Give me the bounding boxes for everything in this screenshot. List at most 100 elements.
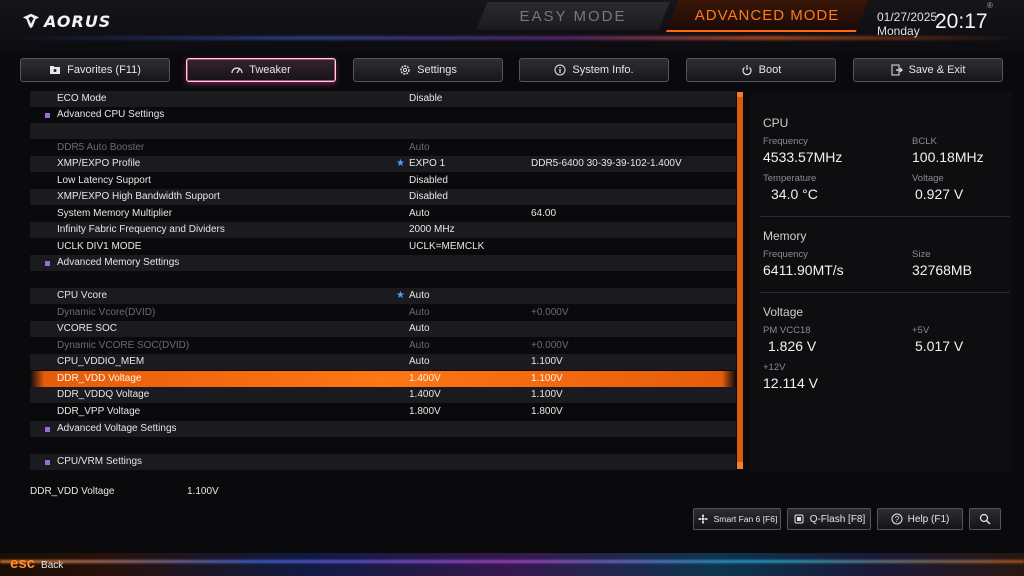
setting-value: Auto <box>409 290 430 301</box>
pm-vcc18-value: 1.826 V <box>768 338 817 354</box>
setting-label: Low Latency Support <box>57 175 151 186</box>
tab-favorites[interactable]: Favorites (F11) <box>20 58 170 82</box>
setting-row-xmp-expo-profile[interactable]: XMP/EXPO Profile ★ EXPO 1 DDR5-6400 30-3… <box>30 156 736 172</box>
setting-current-value: +0.000V <box>531 307 569 318</box>
help-button[interactable]: ? Help (F1) <box>877 508 963 530</box>
cpu-temperature-label: Temperature <box>763 173 817 184</box>
spacer-row <box>30 272 736 288</box>
setting-row-dynamic-vcore-soc: Dynamic VCORE SOC(DVID) Auto +0.000V <box>30 338 736 354</box>
tab-system-info[interactable]: System Info. <box>519 58 669 82</box>
setting-value: Auto <box>409 142 430 153</box>
gear-icon <box>400 65 410 75</box>
setting-label: DDR_VDDQ Voltage <box>57 389 150 400</box>
setting-label: DDR_VPP Voltage <box>57 406 141 417</box>
setting-current-value: DDR5-6400 30-39-39-102-1.400V <box>531 158 682 169</box>
plus12v-label: +12V <box>763 362 786 373</box>
speedometer-icon <box>231 67 243 74</box>
qflash-label: Q-Flash [F8] <box>809 513 866 525</box>
setting-row-vcore-soc[interactable]: VCORE SOC Auto <box>30 321 736 337</box>
setting-label: UCLK DIV1 MODE <box>57 241 142 252</box>
panel-divider <box>760 292 1010 293</box>
submenu-advanced-memory-settings[interactable]: Advanced Memory Settings <box>30 255 736 271</box>
submenu-advanced-cpu-settings[interactable]: Advanced CPU Settings <box>30 107 736 123</box>
setting-label: CPU Vcore <box>57 290 108 301</box>
cpu-temperature-value: 34.0 °C <box>771 186 818 202</box>
setting-row-memory-multiplier[interactable]: System Memory Multiplier Auto 64.00 <box>30 206 736 222</box>
setting-row-low-latency[interactable]: Low Latency Support Disabled <box>30 173 736 189</box>
setting-label: Dynamic VCORE SOC(DVID) <box>57 340 190 351</box>
setting-label: Advanced Memory Settings <box>57 257 180 268</box>
setting-label: XMP/EXPO High Bandwidth Support <box>57 191 220 202</box>
esc-back-button[interactable]: esc Back <box>10 555 63 572</box>
setting-value: 2000 MHz <box>409 224 455 235</box>
setting-label: System Memory Multiplier <box>57 208 173 219</box>
aorus-logo: AORUS <box>22 10 111 32</box>
tab-label: Save & Exit <box>908 64 966 76</box>
setting-row-cpu-vcore[interactable]: CPU Vcore ★ Auto <box>30 288 736 304</box>
status-setting-name: DDR_VDD Voltage <box>30 486 115 497</box>
scroll-up-arrow[interactable] <box>737 92 743 97</box>
bottom-light-streak <box>0 553 1024 576</box>
setting-row-ddr-vpp-voltage[interactable]: DDR_VPP Voltage 1.800V 1.800V <box>30 404 736 420</box>
day-text: Monday <box>877 24 920 38</box>
help-label: Help (F1) <box>907 513 950 525</box>
registered-mark: ® <box>987 1 993 10</box>
main-tabs: Favorites (F11) Tweaker Settings System … <box>20 58 1004 84</box>
setting-row-infinity-fabric[interactable]: Infinity Fabric Frequency and Dividers 2… <box>30 222 736 238</box>
smart-fan-label: Smart Fan 6 [F6] <box>713 514 778 524</box>
tab-label: System Info. <box>572 64 634 76</box>
setting-current-value: 64.00 <box>531 208 557 219</box>
tab-tweaker[interactable]: Tweaker <box>186 58 336 82</box>
qflash-button[interactable]: Q-Flash [F8] <box>787 508 871 530</box>
setting-row-cpu-vddio-mem[interactable]: CPU_VDDIO_MEM Auto 1.100V <box>30 354 736 370</box>
scroll-down-arrow[interactable] <box>737 462 743 469</box>
memory-size-label: Size <box>912 249 931 260</box>
cpu-section-title: CPU <box>763 116 789 130</box>
setting-label: Infinity Fabric Frequency and Dividers <box>57 224 225 235</box>
voltage-section-title: Voltage <box>763 305 804 319</box>
fan-icon <box>697 514 708 524</box>
date-text: 01/27/2025 <box>877 10 938 24</box>
search-button[interactable] <box>969 508 1001 530</box>
tab-settings[interactable]: Settings <box>353 58 503 82</box>
exit-icon <box>891 64 903 76</box>
setting-row-uclk-div1[interactable]: UCLK DIV1 MODE UCLK=MEMCLK <box>30 239 736 255</box>
settings-list: ECO Mode Disable Advanced CPU Settings D… <box>30 90 736 471</box>
setting-current-value: +0.000V <box>531 340 569 351</box>
advanced-mode-button[interactable]: ADVANCED MODE <box>666 0 868 32</box>
eagle-logo-icon <box>22 13 40 29</box>
cpu-frequency-value: 4533.57MHz <box>763 149 843 165</box>
setting-value: EXPO 1 <box>409 158 446 169</box>
submenu-bullet-icon <box>45 261 50 266</box>
favorite-star-icon: ★ <box>396 158 405 169</box>
setting-label: VCORE SOC <box>57 323 118 334</box>
setting-row-eco-mode[interactable]: ECO Mode Disable <box>30 91 736 107</box>
smart-fan-button[interactable]: Smart Fan 6 [F6] <box>693 508 781 530</box>
folder-star-icon <box>50 66 61 74</box>
tab-boot[interactable]: Boot <box>686 58 836 82</box>
submenu-cpu-vrm-settings[interactable]: CPU/VRM Settings <box>30 454 736 470</box>
scrollbar-thumb[interactable] <box>737 96 743 466</box>
setting-label: DDR5 Auto Booster <box>57 142 145 153</box>
esc-key-label: esc <box>10 555 36 572</box>
setting-value: Auto <box>409 323 430 334</box>
setting-label: ECO Mode <box>57 93 107 104</box>
setting-label: Advanced CPU Settings <box>57 109 165 120</box>
setting-current-value: 1.100V <box>531 373 563 384</box>
favorite-star-icon: ★ <box>396 290 405 301</box>
easy-mode-button[interactable]: EASY MODE <box>476 2 670 30</box>
tab-save-exit[interactable]: Save & Exit <box>853 58 1003 82</box>
setting-row-high-bandwidth[interactable]: XMP/EXPO High Bandwidth Support Disabled <box>30 189 736 205</box>
setting-row-ddr-vdd-voltage[interactable]: DDR_VDD Voltage 1.400V 1.100V <box>30 371 736 387</box>
setting-label: DDR_VDD Voltage <box>57 373 142 384</box>
time-text: 20:17 <box>935 10 988 33</box>
tab-label: Tweaker <box>249 64 291 76</box>
setting-label: CPU/VRM Settings <box>57 456 143 467</box>
top-light-streak <box>0 36 1024 40</box>
setting-value: Disabled <box>409 175 448 186</box>
cpu-voltage-value: 0.927 V <box>915 186 964 202</box>
submenu-advanced-voltage-settings[interactable]: Advanced Voltage Settings <box>30 421 736 437</box>
info-icon <box>554 64 566 76</box>
setting-row-ddr-vddq-voltage[interactable]: DDR_VDDQ Voltage 1.400V 1.100V <box>30 387 736 403</box>
bclk-label: BCLK <box>912 136 937 147</box>
